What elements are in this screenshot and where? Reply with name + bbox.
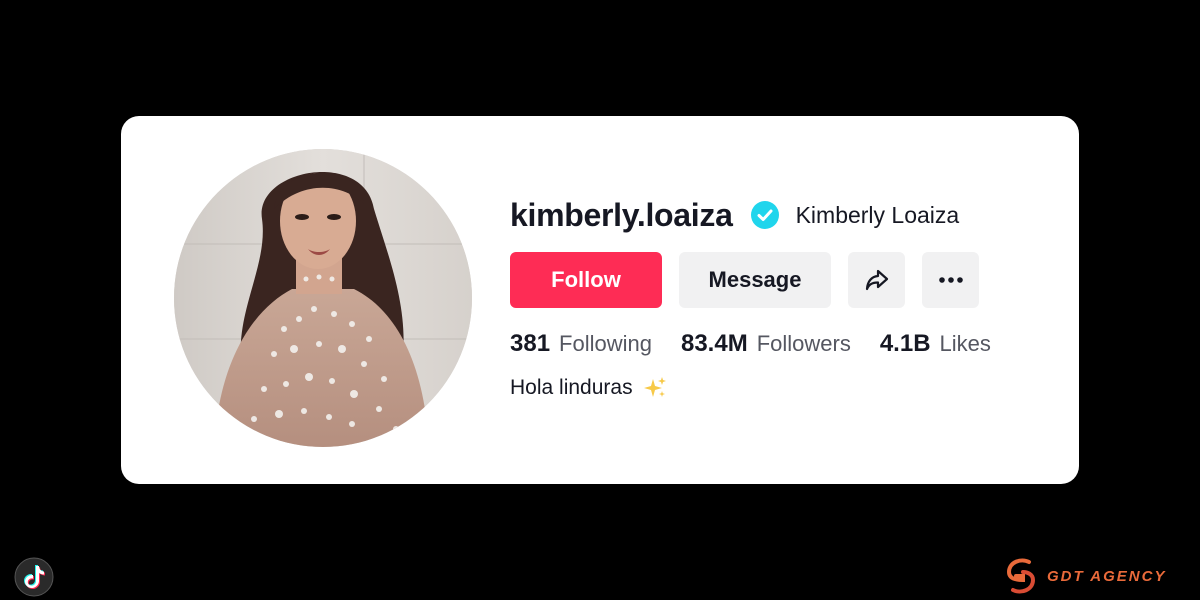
stat-value: 4.1B (879, 330, 931, 357)
stat-label: Following (559, 331, 652, 356)
screenshot-stage: kimberly.loaiza Kimberly Loaiza Follow M… (0, 0, 1200, 600)
display-name: Kimberly Loaiza (795, 201, 960, 228)
bio-text: Hola linduras (510, 376, 633, 399)
profile-card: kimberly.loaiza Kimberly Loaiza Follow M… (121, 116, 1079, 484)
avatar-photo (174, 149, 472, 447)
share-icon (865, 269, 888, 291)
stat-label: Followers (756, 331, 851, 356)
stat-value: 83.4M (680, 330, 748, 357)
sparkles-icon (643, 377, 666, 397)
stat-followers[interactable]: 83.4M Followers (681, 330, 851, 358)
stat-label: Likes (939, 331, 991, 356)
more-options-button[interactable] (922, 252, 979, 308)
agency-logo-icon (1006, 558, 1036, 594)
name-row: kimberly.loaiza Kimberly Loaiza (510, 194, 1050, 236)
follow-button[interactable]: Follow (510, 252, 662, 308)
stat-likes: 4.1B Likes (880, 330, 991, 358)
profile-stats: 381 Following 83.4M Followers 4.1B Likes (510, 330, 1050, 360)
message-button[interactable]: Message (679, 252, 831, 308)
action-buttons: Follow Message (510, 252, 1050, 308)
profile-info: kimberly.loaiza Kimberly Loaiza Follow M… (510, 194, 1050, 400)
stat-value: 381 (510, 330, 551, 357)
stat-following[interactable]: 381 Following (510, 330, 652, 358)
more-icon (938, 277, 963, 283)
share-button[interactable] (848, 252, 905, 308)
agency-watermark: GDT AGENCY (1003, 556, 1166, 596)
username: kimberly.loaiza (510, 196, 733, 233)
verified-badge-icon (750, 201, 779, 229)
agency-name: GDT AGENCY (1047, 567, 1167, 585)
bio: Hola linduras (510, 376, 1050, 400)
tiktok-logo-icon (14, 557, 54, 597)
avatar[interactable] (174, 149, 472, 447)
